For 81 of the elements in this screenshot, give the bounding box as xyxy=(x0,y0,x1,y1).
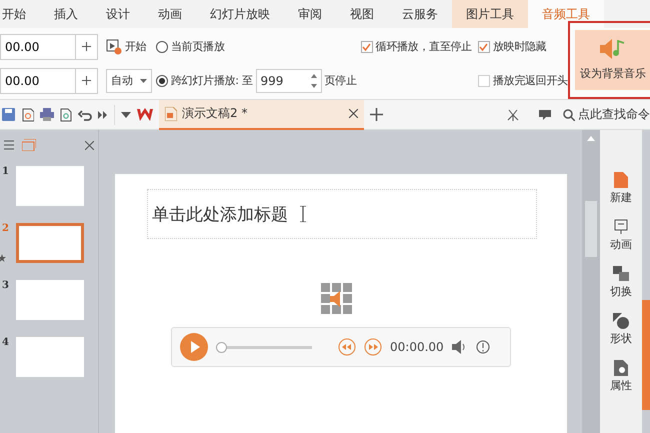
radio-button[interactable] xyxy=(156,74,168,86)
radio-button[interactable] xyxy=(156,40,168,52)
slide-number: 1 xyxy=(2,166,10,177)
ribbon-tab[interactable]: 视图 xyxy=(336,0,388,28)
progress-thumb[interactable] xyxy=(216,342,227,352)
radio-label: 跨幻灯片播放: 至 xyxy=(171,73,253,88)
playback-time: 00:00.00 xyxy=(390,340,444,354)
ribbon-tab[interactable]: 音频工具 xyxy=(528,0,604,28)
info-icon xyxy=(476,340,490,354)
check-icon xyxy=(362,42,372,50)
scrollbar-thumb[interactable] xyxy=(585,201,597,257)
property-icon xyxy=(614,360,628,376)
checkbox-label: 循环播放，直至停止 xyxy=(376,39,472,54)
caret-icon xyxy=(140,78,147,82)
play-button[interactable] xyxy=(180,333,208,361)
stop-label: 页停止 xyxy=(324,73,357,88)
preview-icon xyxy=(60,108,72,122)
shape-icon xyxy=(613,313,629,329)
slides-view-icon xyxy=(22,139,36,151)
star-icon xyxy=(0,254,6,262)
duration-field[interactable]: 00.00 xyxy=(0,34,98,60)
command-search[interactable]: 点此查找命令 xyxy=(578,106,650,123)
undo-icon xyxy=(78,108,92,120)
rewind-button[interactable] xyxy=(338,338,356,356)
ribbon-tab[interactable]: 审阅 xyxy=(284,0,336,28)
search-icon xyxy=(563,108,575,120)
ribbon-tab[interactable]: 动画 xyxy=(144,0,196,28)
ribbon-tab[interactable]: 设计 xyxy=(92,0,144,28)
sidebar-button[interactable]: 切换 xyxy=(610,266,632,299)
slide-icon xyxy=(614,219,628,235)
outline-icon xyxy=(4,140,14,150)
checkbox[interactable] xyxy=(478,74,490,86)
speaker-note-icon xyxy=(600,38,626,60)
audio-object-icon xyxy=(321,283,353,315)
radio-label: 当前页播放 xyxy=(171,39,225,54)
document-name: 演示文稿2 * xyxy=(182,105,248,122)
ribbon-tab[interactable]: 云服务 xyxy=(388,0,452,28)
title-placeholder[interactable]: 单击此处添加标题 xyxy=(147,189,537,239)
transition-icon xyxy=(613,266,629,282)
close-icon xyxy=(349,109,358,118)
fast-forward-button[interactable] xyxy=(364,338,382,356)
checkbox-label: 放映时隐藏 xyxy=(492,39,546,54)
slide-number: 4 xyxy=(2,337,10,348)
printer-icon xyxy=(40,108,54,121)
checkbox[interactable] xyxy=(360,40,373,52)
sidebar-button[interactable]: 新建 xyxy=(610,172,632,205)
slide-number: 3 xyxy=(2,280,10,291)
checkbox-label: 播放完返回开头 xyxy=(492,73,568,88)
document-tab[interactable]: 演示文稿2 * xyxy=(159,100,364,130)
comment-icon xyxy=(539,108,551,120)
dropdown-icon xyxy=(121,112,131,118)
more-icon xyxy=(98,110,108,120)
ribbon-tab[interactable]: 图片工具 xyxy=(452,0,528,28)
plus-icon xyxy=(82,76,91,85)
spinner-arrows-icon xyxy=(310,74,317,88)
ribbon-tab[interactable]: 开始 xyxy=(0,0,40,28)
start-label: 开始 xyxy=(125,39,146,54)
add-tab-icon xyxy=(370,108,383,121)
plus-icon xyxy=(82,42,91,51)
export-icon xyxy=(21,108,34,122)
check-icon xyxy=(479,42,488,50)
ribbon-tab[interactable]: 插入 xyxy=(40,0,92,28)
page-number-field[interactable]: 999 xyxy=(256,68,322,92)
text-cursor-icon xyxy=(300,206,306,222)
document-icon xyxy=(614,172,628,188)
sidebar-button[interactable]: 形状 xyxy=(610,313,632,346)
slide-number: 2 xyxy=(2,223,10,234)
close-icon xyxy=(85,140,94,150)
sidebar-button[interactable]: 动画 xyxy=(610,219,632,252)
duration-field[interactable]: 00.00 xyxy=(0,68,98,94)
ribbon-tab[interactable]: 幻灯片放映 xyxy=(196,0,284,28)
scroll-up-icon xyxy=(587,136,595,141)
sidebar-button[interactable]: 属性 xyxy=(610,360,632,393)
checkbox[interactable] xyxy=(478,40,490,52)
start-mode-dropdown[interactable]: 自动 xyxy=(106,68,152,92)
background-music-button[interactable]: 设为背景音乐 xyxy=(574,30,650,90)
panel-toggle-tab[interactable] xyxy=(642,300,650,410)
slide-thumbnail[interactable] xyxy=(16,223,84,263)
play-start-icon xyxy=(106,38,122,54)
logo-icon xyxy=(137,108,153,122)
presentation-file-icon xyxy=(165,106,177,120)
